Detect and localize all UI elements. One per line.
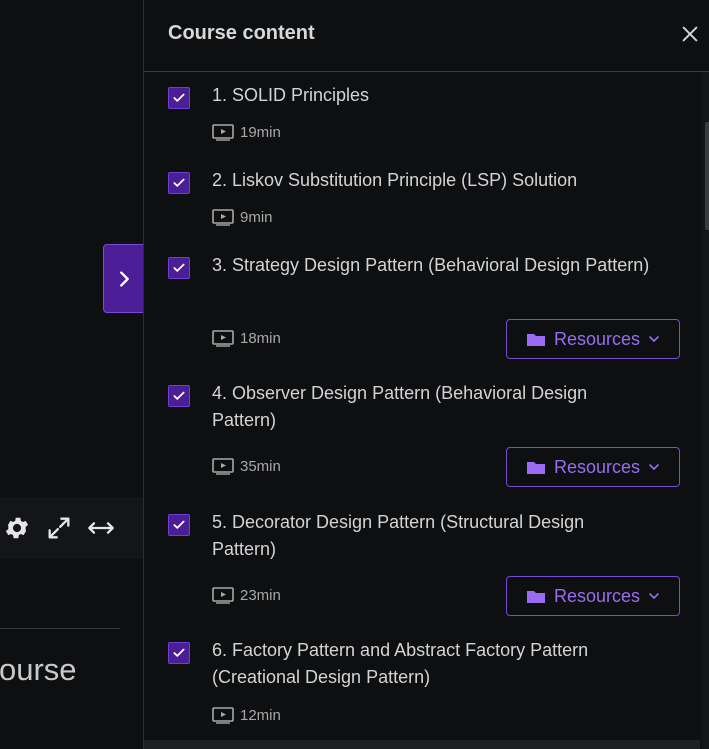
lecture-title[interactable]: 1. SOLID Principles: [212, 82, 652, 109]
lecture-meta: 19min: [212, 123, 281, 141]
video-icon: [212, 587, 234, 604]
resources-label: Resources: [553, 456, 641, 477]
course-content-panel: Course content 1. SOLID Principles 19min…: [143, 0, 709, 749]
resources-button[interactable]: Resources: [506, 319, 680, 359]
chevron-down-icon: [649, 336, 659, 343]
theater-mode-button[interactable]: [84, 511, 118, 545]
lecture-duration: 19min: [240, 123, 281, 141]
video-area: [0, 0, 143, 749]
close-icon: [682, 26, 698, 42]
lecture-duration: 35min: [240, 457, 281, 475]
check-icon: [173, 391, 185, 400]
lecture-title[interactable]: 6. Factory Pattern and Abstract Factory …: [212, 637, 652, 691]
panel-header: Course content: [144, 0, 709, 72]
lecture-meta: 35min: [212, 457, 281, 475]
video-icon: [212, 707, 234, 724]
lecture-duration: 23min: [240, 586, 281, 604]
folder-icon: [526, 591, 545, 603]
panel-title: Course content: [168, 22, 315, 44]
completed-checkbox[interactable]: [168, 514, 190, 536]
check-icon: [173, 93, 185, 102]
video-icon: [212, 458, 234, 475]
horizontal-scrollbar[interactable]: [144, 740, 700, 749]
check-icon: [173, 178, 185, 187]
lecture-title[interactable]: 4. Observer Design Pattern (Behavioral D…: [212, 380, 652, 434]
lecture-duration: 18min: [240, 329, 281, 347]
completed-checkbox[interactable]: [168, 172, 190, 194]
video-icon: [212, 209, 234, 226]
lecture-duration: 9min: [240, 208, 273, 226]
chevron-right-icon: [119, 270, 129, 287]
folder-icon: [526, 462, 545, 474]
lecture-meta: 18min: [212, 329, 281, 347]
video-icon: [212, 124, 234, 141]
gear-icon: [5, 517, 29, 539]
lecture-meta: 23min: [212, 586, 281, 604]
chevron-down-icon: [649, 464, 659, 471]
folder-icon: [526, 334, 545, 346]
lecture-title[interactable]: 3. Strategy Design Pattern (Behavioral D…: [212, 252, 652, 279]
lecture-duration: 12min: [240, 706, 281, 724]
check-icon: [173, 520, 185, 529]
resources-button[interactable]: Resources: [506, 576, 680, 616]
resources-button[interactable]: Resources: [506, 447, 680, 487]
lecture-meta: 9min: [212, 208, 273, 226]
check-icon: [173, 263, 185, 272]
settings-button[interactable]: [0, 511, 34, 545]
completed-checkbox[interactable]: [168, 642, 190, 664]
lecture-meta: 12min: [212, 706, 281, 724]
arrows-horizontal-icon: [88, 522, 114, 534]
completed-checkbox[interactable]: [168, 87, 190, 109]
resources-label: Resources: [553, 585, 641, 606]
divider: [0, 628, 120, 629]
completed-checkbox[interactable]: [168, 385, 190, 407]
completed-checkbox[interactable]: [168, 257, 190, 279]
lecture-title[interactable]: 2. Liskov Substitution Principle (LSP) S…: [212, 167, 652, 194]
video-icon: [212, 330, 234, 347]
chevron-down-icon: [649, 593, 659, 600]
close-button[interactable]: [678, 22, 702, 46]
course-heading-partial: ourse: [0, 652, 77, 687]
lecture-title[interactable]: 5. Decorator Design Pattern (Structural …: [212, 509, 652, 563]
fullscreen-button[interactable]: [42, 511, 76, 545]
resources-label: Resources: [553, 328, 641, 349]
expand-icon: [48, 517, 70, 539]
scrollbar-thumb[interactable]: [705, 122, 709, 230]
expand-panel-button[interactable]: [103, 244, 144, 313]
check-icon: [173, 648, 185, 657]
